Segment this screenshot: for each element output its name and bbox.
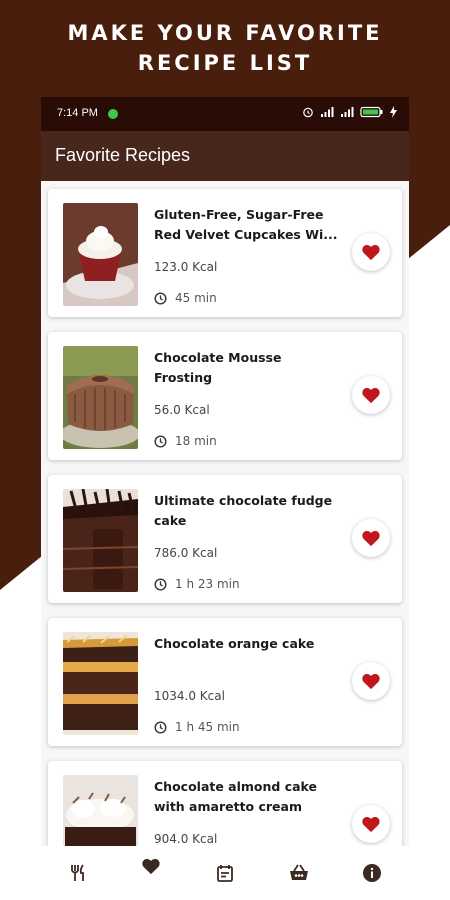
app-bar: Favorite Recipes	[41, 131, 409, 181]
favorite-button[interactable]	[352, 662, 390, 700]
recipe-card[interactable]: Gluten-Free, Sugar-Free Red Velvet Cupca…	[48, 189, 402, 317]
recipe-time: 18 min	[175, 434, 217, 448]
heart-icon	[362, 673, 380, 690]
favorite-button[interactable]	[352, 233, 390, 271]
recipe-title: Chocolate Mousse Frosting	[154, 350, 282, 385]
recipe-time: 1 h 23 min	[175, 577, 240, 591]
recipe-duration: 1 h 45 min	[154, 720, 240, 734]
heart-icon	[362, 244, 380, 261]
recipe-card[interactable]: Ultimate chocolate fudge cake 786.0 Kcal…	[48, 475, 402, 603]
recipe-title: Ultimate chocolate fudge cake	[154, 493, 333, 528]
recipe-duration: 18 min	[154, 434, 217, 448]
promo-headline: MAKE YOUR FAVORITE RECIPE LIST	[0, 18, 450, 78]
heart-icon	[362, 530, 380, 547]
recipe-calories: 904.0 Kcal	[154, 832, 218, 846]
recipe-calories: 1034.0 Kcal	[154, 689, 225, 703]
heart-icon	[362, 387, 380, 404]
page-title: Favorite Recipes	[55, 145, 191, 165]
calendar-icon	[217, 865, 233, 882]
recipe-calories: 123.0 Kcal	[154, 260, 218, 274]
heart-icon	[362, 816, 380, 833]
status-icons	[302, 106, 397, 121]
battery-icon	[360, 106, 384, 121]
alarm-icon	[302, 106, 314, 121]
recipe-duration: 1 h 23 min	[154, 577, 240, 591]
recipe-card[interactable]: Chocolate almond cake with amaretto crea…	[48, 761, 402, 846]
recipe-title: Gluten-Free, Sugar-Free Red Velvet Cupca…	[154, 207, 338, 242]
recipe-card[interactable]: Chocolate orange cake 1034.0 Kcal 1 h 45…	[48, 618, 402, 746]
heart-icon	[142, 858, 161, 875]
recipe-calories: 56.0 Kcal	[154, 403, 210, 417]
nav-shopping[interactable]	[279, 853, 319, 893]
clock-icon	[154, 577, 167, 591]
restaurant-icon	[70, 864, 84, 881]
status-bar: 7:14 PM	[41, 97, 409, 131]
clock-icon	[154, 434, 167, 448]
status-time: 7:14 PM	[57, 107, 98, 119]
recipe-title: Chocolate almond cake with amaretto crea…	[154, 779, 318, 814]
favorite-button[interactable]	[352, 519, 390, 557]
favorite-button[interactable]	[352, 376, 390, 414]
notification-dot-icon	[108, 109, 118, 119]
recipe-title: Chocolate orange cake	[154, 636, 315, 651]
recipe-image	[63, 346, 138, 449]
clock-icon	[154, 291, 167, 305]
recipe-time: 45 min	[175, 291, 217, 305]
info-icon	[363, 864, 382, 882]
favorite-button[interactable]	[352, 805, 390, 843]
basket-icon	[289, 864, 308, 880]
recipe-card[interactable]: Chocolate Mousse Frosting 56.0 Kcal 18 m…	[48, 332, 402, 460]
recipe-image	[63, 632, 138, 735]
nav-info[interactable]	[352, 853, 392, 893]
signal-2-icon	[340, 106, 354, 121]
nav-recipes[interactable]	[58, 853, 98, 893]
nav-favorites[interactable]	[131, 853, 171, 893]
recipe-image	[63, 203, 138, 306]
recipe-calories: 786.0 Kcal	[154, 546, 218, 560]
recipe-image	[63, 489, 138, 592]
phone-screen: 7:14 PM Favorite Recipes Gluten-Free, Su…	[41, 97, 409, 900]
recipe-list[interactable]: Gluten-Free, Sugar-Free Red Velvet Cupca…	[41, 181, 409, 846]
bottom-nav	[41, 846, 409, 900]
signal-icon	[320, 106, 334, 121]
clock-icon	[154, 720, 167, 734]
nav-planner[interactable]	[205, 853, 245, 893]
recipe-time: 1 h 45 min	[175, 720, 240, 734]
recipe-image	[63, 775, 138, 846]
recipe-duration: 45 min	[154, 291, 217, 305]
promo-line-1: MAKE YOUR FAVORITE	[67, 21, 383, 45]
promo-line-2: RECIPE LIST	[137, 51, 313, 75]
charging-icon	[390, 106, 397, 121]
